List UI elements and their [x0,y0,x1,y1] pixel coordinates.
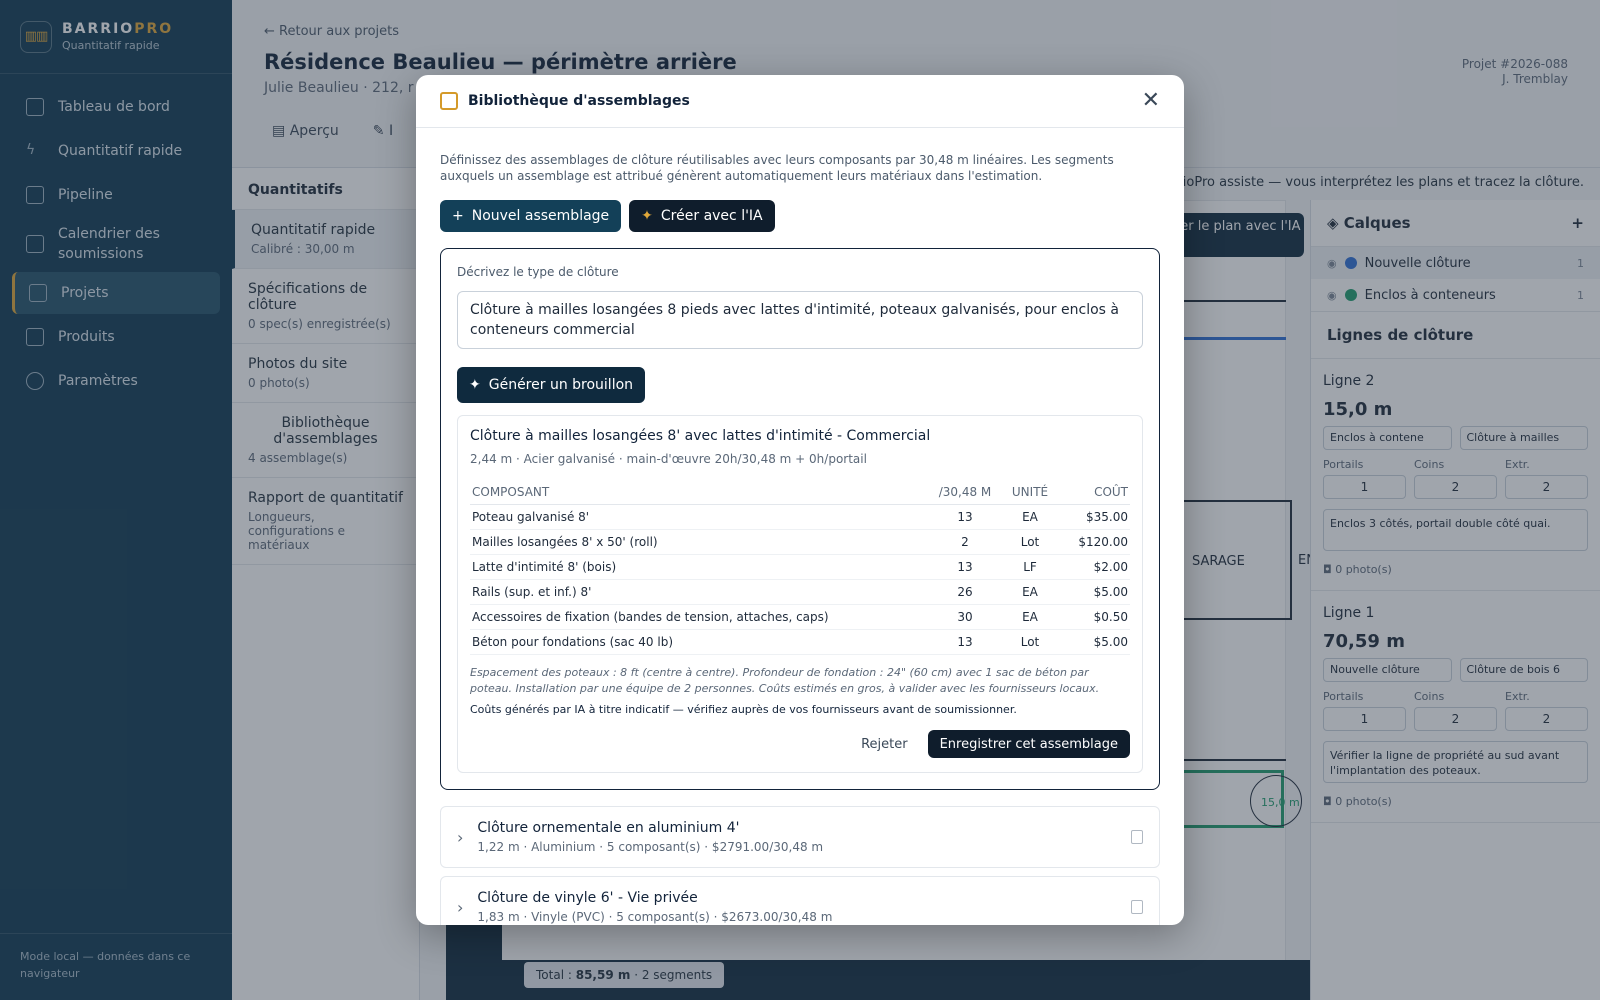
draft-notes: Espacement des poteaux : 8 ft (centre à … [470,666,1100,695]
save-assembly-button[interactable]: Enregistrer cet assemblage [927,730,1130,758]
modal-header: Bibliothèque d'assemblages ✕ [416,75,1184,128]
create-with-ai-button[interactable]: ✦ Créer avec l'IA [629,200,775,232]
reject-button[interactable]: Rejeter [861,737,908,752]
draft-subtitle: 2,44 m · Acier galvanisé · main-d'œuvre … [470,452,867,466]
assembly-draft: Clôture à mailles losangées 8' avec latt… [457,415,1143,773]
table-row: Poteau galvanisé 8' 13 EA $35.00 [470,504,1130,530]
close-icon[interactable]: ✕ [1142,90,1160,112]
col-component: COMPOSANT [470,480,930,505]
library-item[interactable]: › Clôture ornementale en aluminium 4' 1,2… [440,806,1160,868]
sparkle-icon: ✦ [641,208,653,224]
draft-title: Clôture à mailles losangées 8' avec latt… [470,428,931,444]
col-unit: UNITÉ [1000,480,1060,505]
trash-icon[interactable] [1131,830,1143,844]
draft-actions: Rejeter Enregistrer cet assemblage [470,730,1130,758]
table-row: Rails (sup. et inf.) 8' 26 EA $5.00 [470,579,1130,605]
ai-prompt-label: Décrivez le type de clôture [457,265,619,279]
ai-prompt-textarea[interactable]: Clôture à mailles losangées 8 pieds avec… [457,291,1143,349]
generate-draft-button[interactable]: ✦ Générer un brouillon [457,367,646,403]
col-cost: COÛT [1060,480,1130,505]
sparkle-icon: ✦ [469,377,481,393]
col-qty: /30,48 M [930,480,1000,505]
chevron-right-icon[interactable]: › [457,828,463,847]
plus-icon: + [452,208,464,224]
table-row: Mailles losangées 8' x 50' (roll) 2 Lot $12… [470,529,1130,555]
assembly-library-modal: Bibliothèque d'assemblages ✕ Définissez … [416,75,1184,925]
table-row: Béton pour fondations (sac 40 lb) 13 Lot $5… [470,629,1130,655]
new-assembly-button[interactable]: + Nouvel assemblage [440,200,622,232]
ai-generator-panel: Décrivez le type de clôture Clôture à ma… [440,248,1160,790]
modal-body: Définissez des assemblages de clôture ré… [416,128,1184,925]
trash-icon[interactable] [1131,900,1143,914]
modal-actions: + Nouvel assemblage ✦ Créer avec l'IA [440,200,1160,232]
table-row: Accessoires de fixation (bandes de tensi… [470,604,1130,630]
chevron-right-icon[interactable]: › [457,898,463,917]
table-row: Latte d'intimité 8' (bois) 13 LF $2.00 [470,554,1130,580]
modal-title: Bibliothèque d'assemblages [468,93,690,109]
package-icon [440,92,458,110]
components-table: COMPOSANT /30,48 M UNITÉ COÛT Poteau gal… [470,480,1130,655]
ai-disclaimer: Coûts générés par IA à titre indicatif —… [470,703,1017,716]
modal-description: Définissez des assemblages de clôture ré… [440,153,1114,183]
library-item[interactable]: › Clôture de vinyle 6' - Vie privée 1,83 … [440,876,1160,925]
